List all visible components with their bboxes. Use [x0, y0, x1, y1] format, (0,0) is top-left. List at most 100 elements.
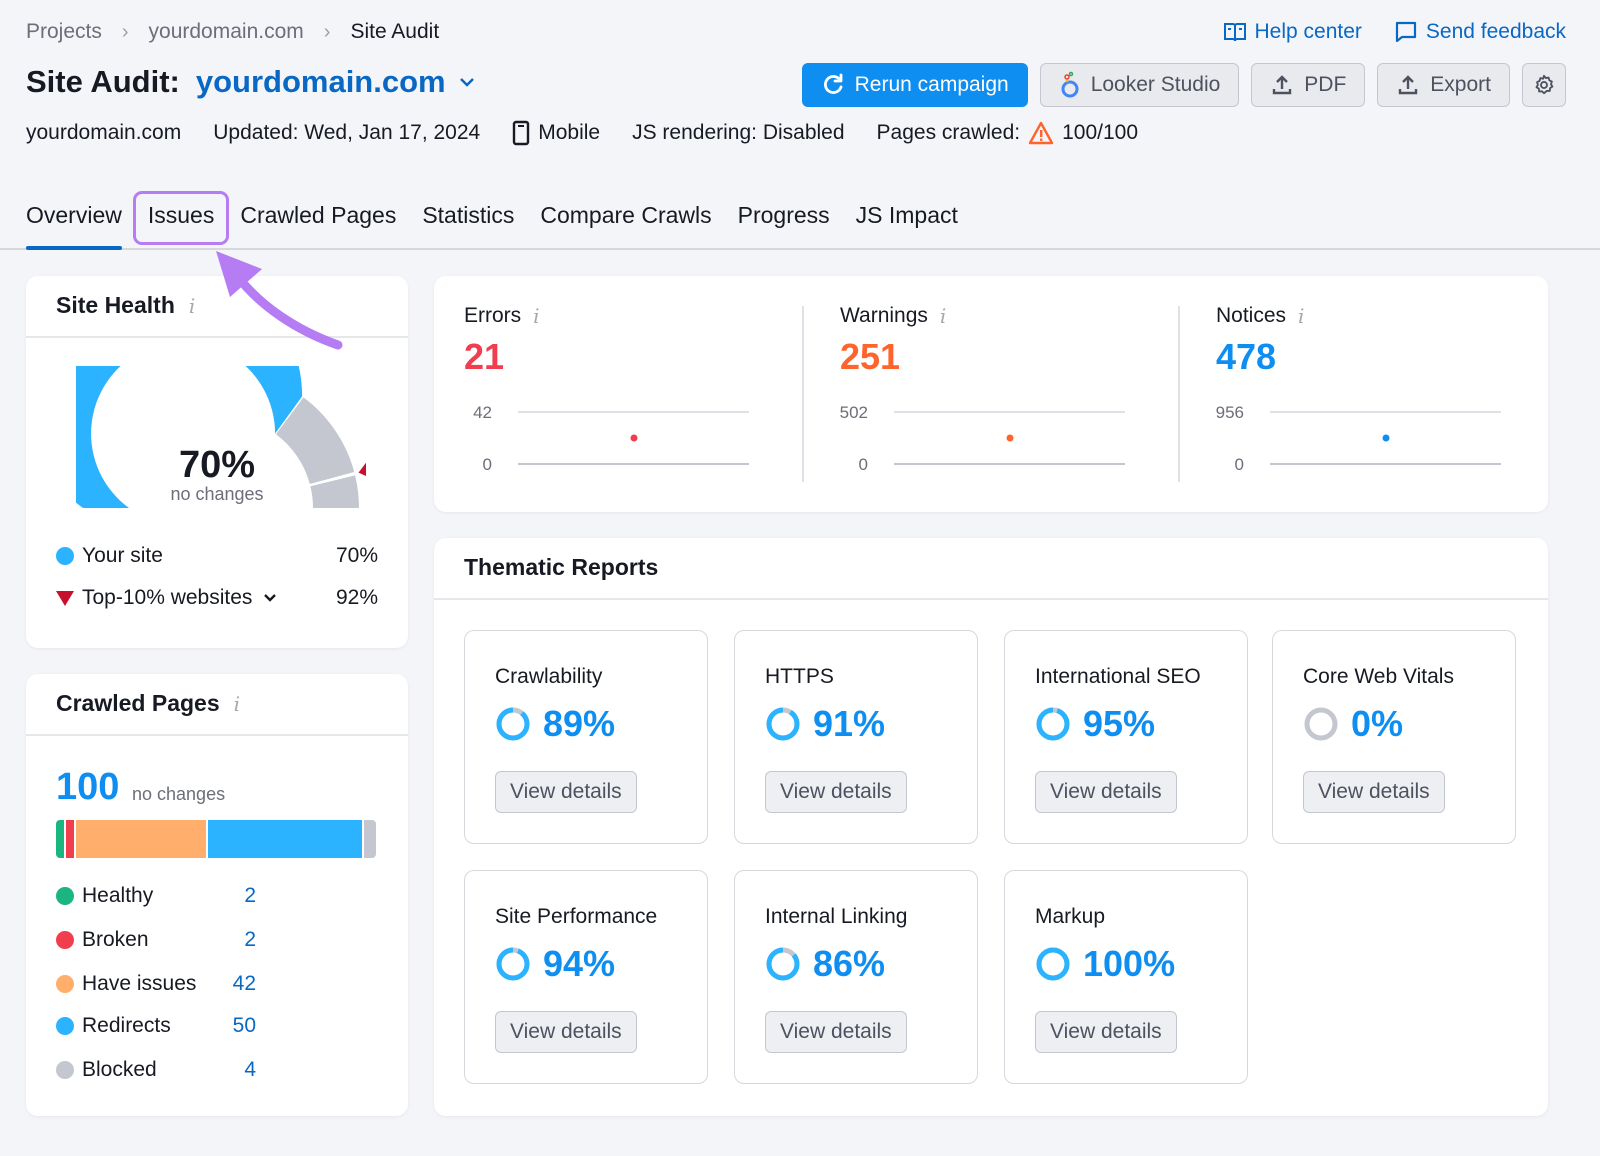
legend-dot — [56, 931, 74, 949]
view-details-button[interactable]: View details — [495, 1011, 637, 1053]
report-score[interactable]: 86% — [765, 943, 885, 985]
bar-segment-blocked[interactable] — [363, 820, 376, 858]
donut-icon — [1036, 707, 1070, 741]
report-name: Site Performance — [495, 905, 658, 928]
view-details-button[interactable]: View details — [765, 1011, 907, 1053]
chevron-right-icon: › — [121, 20, 129, 43]
data-point[interactable] — [630, 434, 638, 442]
site-health-title-text: Site Health — [56, 292, 175, 318]
view-details-button[interactable]: View details — [1035, 771, 1177, 813]
thematic-reports-card: Thematic Reports Crawlability 89% View d… — [434, 538, 1548, 1116]
issue-count[interactable]: 251 — [840, 336, 1190, 378]
bar-segment-redirects[interactable] — [207, 820, 362, 858]
view-details-button[interactable]: View details — [1035, 1011, 1177, 1053]
crawled-pages-count[interactable]: 50 — [233, 1014, 256, 1038]
info-icon[interactable]: i — [189, 294, 195, 318]
legend-dot — [56, 1017, 74, 1035]
report-score-value: 94% — [543, 943, 616, 984]
chevron-down-icon[interactable] — [458, 73, 476, 91]
triangle-down-icon — [56, 590, 74, 606]
legend-dot — [56, 975, 74, 993]
help-center-link[interactable]: Help center — [1223, 20, 1362, 44]
issue-sparkline: 956 0 — [1216, 403, 1501, 474]
legend-label: Top-10% websites — [82, 586, 253, 609]
breadcrumb-domain[interactable]: yourdomain.com — [149, 20, 304, 44]
report-score[interactable]: 94% — [495, 943, 615, 985]
rerun-campaign-button[interactable]: Rerun campaign — [801, 63, 1028, 107]
axis-max-label: 502 — [840, 403, 868, 422]
legend-your-site: Your site 70% — [56, 544, 378, 568]
site-health-change: no changes — [170, 484, 264, 504]
page-title-label: Site Audit: — [26, 64, 180, 99]
report-score[interactable]: 100% — [1035, 943, 1175, 985]
crawled-pages-count[interactable]: 4 — [244, 1058, 256, 1082]
crawled-pages-title: Crawled Pages i — [56, 690, 378, 717]
bar-segment-have-issues[interactable] — [76, 820, 206, 858]
data-point[interactable] — [1382, 434, 1390, 442]
send-feedback-link[interactable]: Send feedback — [1394, 20, 1566, 44]
info-icon[interactable]: i — [940, 304, 946, 328]
report-score[interactable]: 0% — [1303, 703, 1403, 745]
bar-segment-broken[interactable] — [66, 820, 74, 858]
tab-statistics[interactable]: Statistics — [422, 192, 514, 248]
view-details-button[interactable]: View details — [765, 771, 907, 813]
help-center-label: Help center — [1254, 20, 1362, 43]
view-details-button[interactable]: View details — [1303, 771, 1445, 813]
crawled-pages-count[interactable]: 2 — [244, 928, 256, 952]
chevron-down-icon[interactable] — [262, 590, 278, 606]
info-icon[interactable]: i — [533, 304, 539, 328]
crawled-pages-label: Have issues — [82, 972, 197, 995]
report-score-value: 0% — [1351, 703, 1404, 744]
crawled-pages-label: Redirects — [82, 1014, 171, 1037]
axis-max-label: 42 — [473, 403, 492, 422]
issue-count[interactable]: 478 — [1216, 336, 1566, 378]
send-feedback-label: Send feedback — [1425, 20, 1566, 43]
axis-max-label: 956 — [1216, 403, 1244, 422]
report-score[interactable]: 91% — [765, 703, 885, 745]
view-details-button[interactable]: View details — [495, 771, 637, 813]
info-icon[interactable]: i — [1298, 304, 1304, 328]
crawled-pages-row: Have issues 42 — [56, 972, 256, 996]
legend-top-10[interactable]: Top-10% websites 92% — [56, 586, 378, 610]
pages-crawled-label: Pages crawled: — [876, 121, 1021, 144]
issue-sparkline: 42 0 — [473, 403, 749, 474]
bar-segment-healthy[interactable] — [56, 820, 64, 858]
settings-button[interactable] — [1522, 63, 1566, 107]
crawled-pages-total[interactable]: 100 — [56, 766, 119, 809]
breadcrumb: Projects › yourdomain.com › Site Audit — [26, 20, 439, 44]
crawled-pages-count[interactable]: 42 — [233, 972, 256, 996]
legend-dot — [56, 1061, 74, 1079]
report-name: Internal Linking — [765, 905, 908, 928]
pdf-button[interactable]: PDF — [1251, 63, 1366, 107]
tab-progress[interactable]: Progress — [738, 192, 830, 248]
looker-studio-button[interactable]: Looker Studio — [1039, 63, 1240, 107]
tab-compare-crawls[interactable]: Compare Crawls — [540, 192, 711, 248]
tab-crawled-pages[interactable]: Crawled Pages — [240, 192, 396, 248]
crawled-pages-count[interactable]: 2 — [244, 884, 256, 908]
report-score[interactable]: 89% — [495, 703, 615, 745]
thematic-reports-title: Thematic Reports — [464, 554, 659, 580]
tab-overview[interactable]: Overview — [26, 192, 122, 250]
tab-js-impact[interactable]: JS Impact — [856, 192, 958, 248]
donut-icon — [766, 947, 800, 981]
meta-device: Mobile — [512, 120, 600, 146]
donut-fill — [496, 707, 530, 741]
export-button[interactable]: Export — [1377, 63, 1510, 107]
info-icon[interactable]: i — [234, 692, 240, 716]
upload-icon — [1273, 75, 1292, 95]
project-domain-selector[interactable]: yourdomain.com — [196, 64, 446, 100]
crawled-pages-row: Blocked 4 — [56, 1058, 256, 1082]
report-score-value: 95% — [1083, 703, 1156, 744]
report-score[interactable]: 95% — [1035, 703, 1155, 745]
report-name: HTTPS — [765, 665, 834, 688]
report-name: Crawlability — [495, 665, 603, 688]
issue-label: Notices i — [1216, 304, 1566, 328]
issue-count[interactable]: 21 — [464, 336, 814, 378]
report-name: Markup — [1035, 905, 1106, 928]
issue-sparkline: 502 0 — [840, 403, 1125, 474]
report-name: Core Web Vitals — [1303, 665, 1454, 688]
report-score-value: 89% — [543, 703, 616, 744]
breadcrumb-projects[interactable]: Projects — [26, 20, 102, 44]
data-point[interactable] — [1006, 434, 1014, 442]
tab-issues[interactable]: Issues — [132, 191, 230, 245]
